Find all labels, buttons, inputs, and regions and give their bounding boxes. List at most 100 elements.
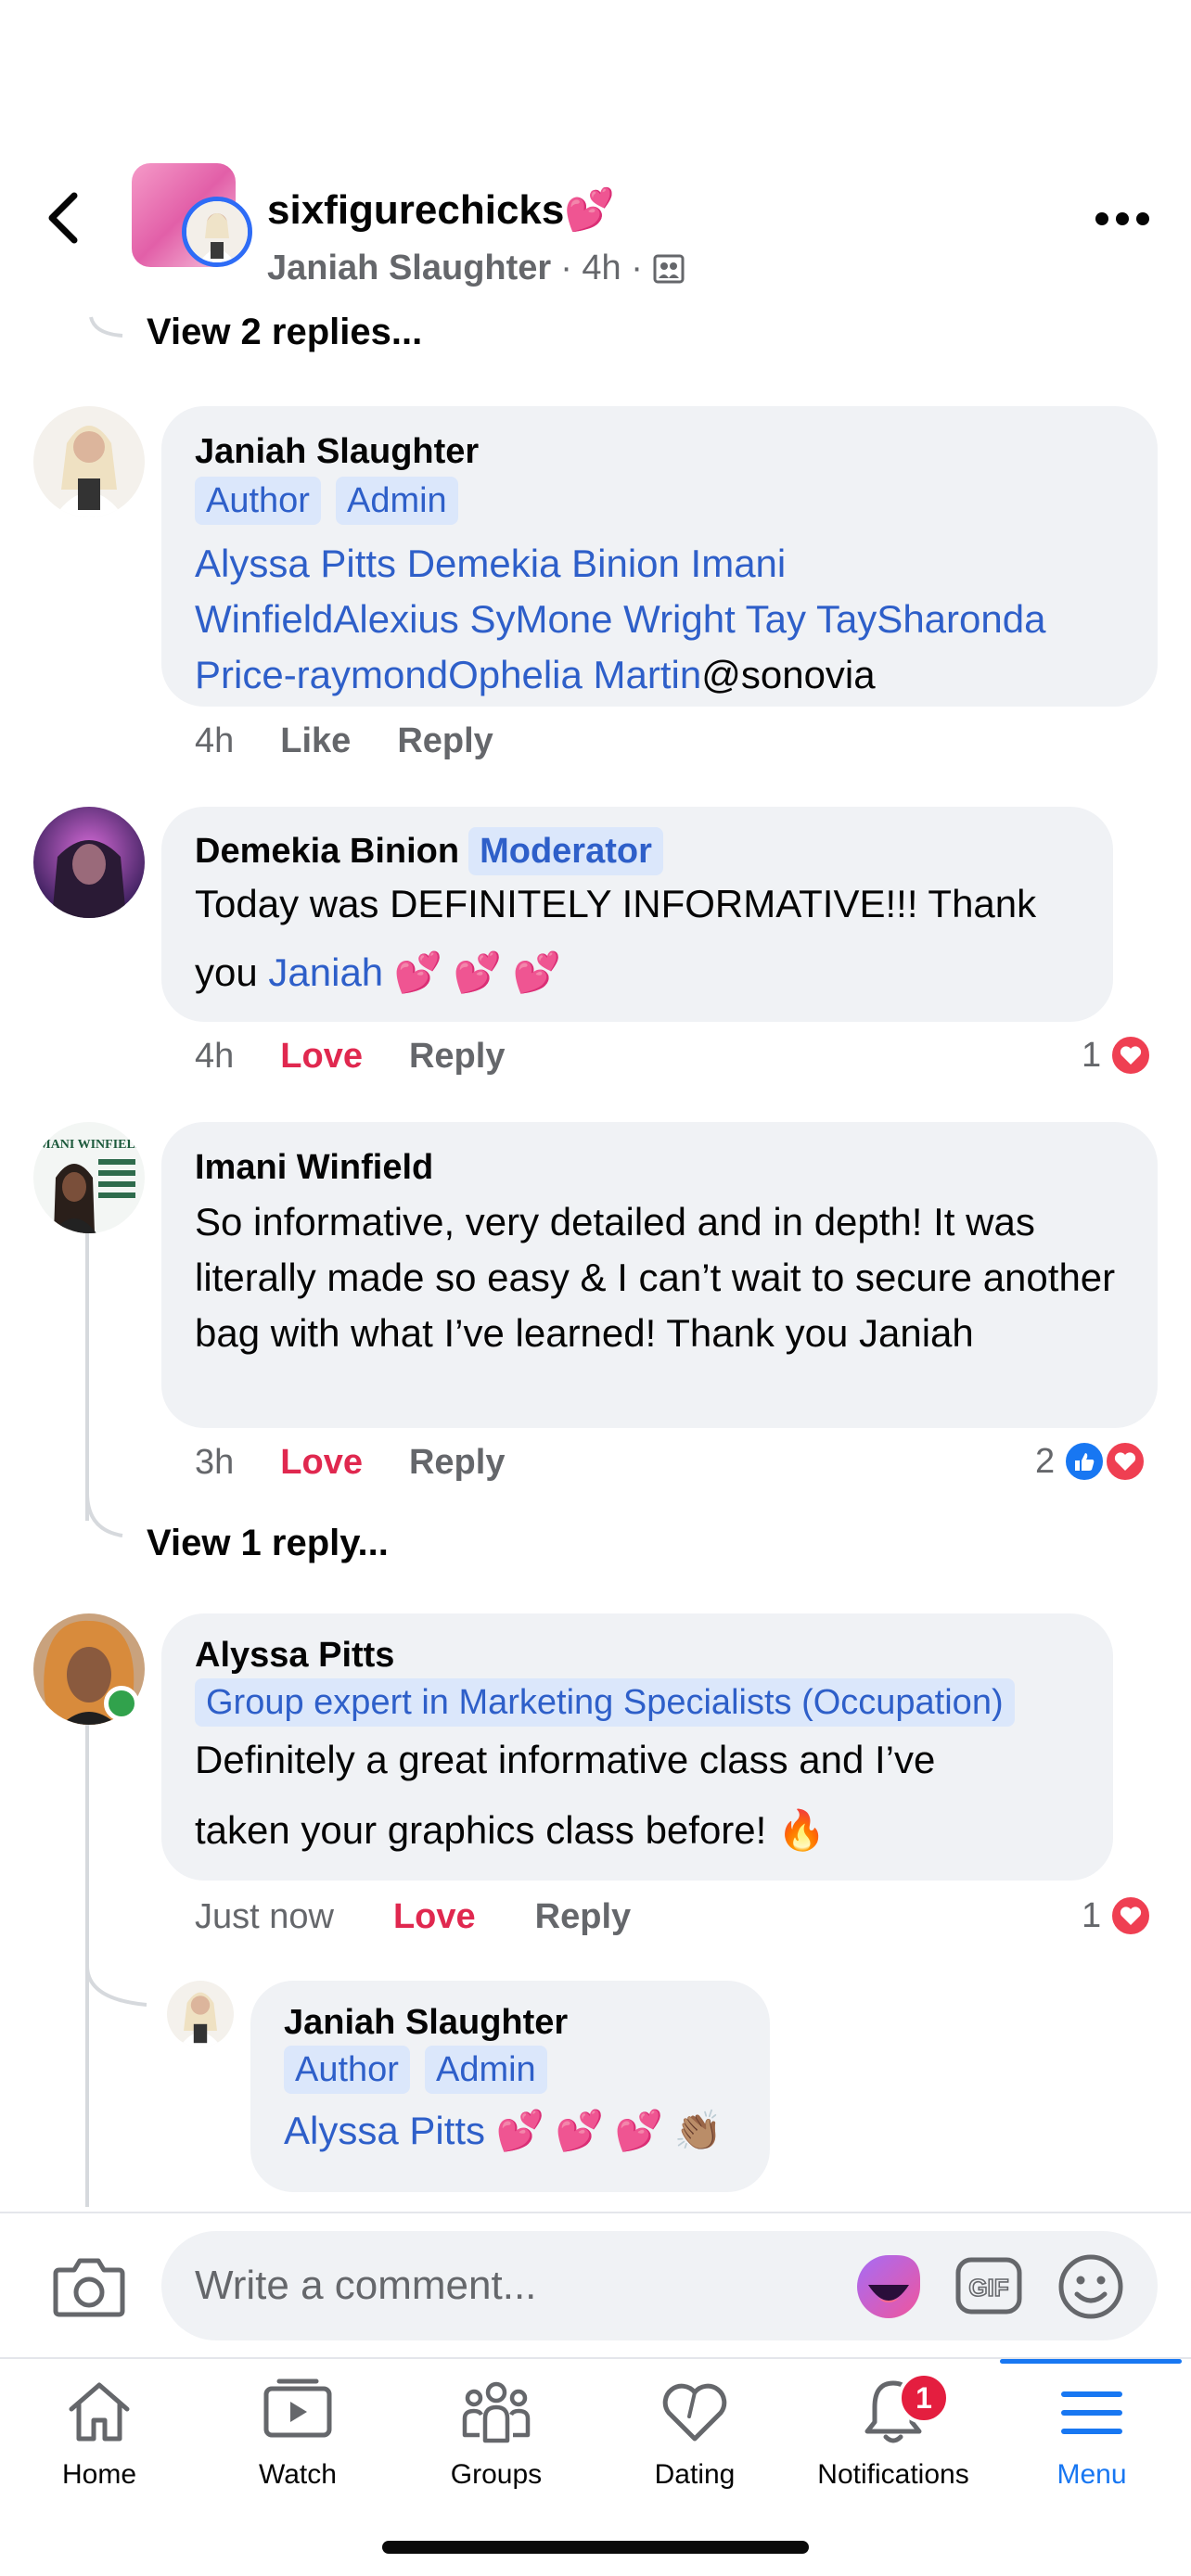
mention-list[interactable]: Price-raymondOphelia Martin (195, 653, 701, 696)
post-author-name[interactable]: Janiah Slaughter (267, 249, 551, 288)
group-audience-icon (653, 254, 685, 283)
active-tab-indicator (1000, 2359, 1182, 2364)
gif-label: GIF (968, 2274, 1008, 2302)
tab-label: Notifications (817, 2459, 969, 2490)
more-options-icon[interactable] (1095, 211, 1150, 226)
divider (0, 2212, 1191, 2213)
admin-badge: Admin (335, 477, 458, 525)
comment-text: taken your graphics class before! 🔥 (195, 1808, 826, 1852)
view-replies-link[interactable]: View 1 reply... (147, 1523, 389, 1564)
reply-button[interactable]: Reply (535, 1897, 631, 1937)
tab-label: Dating (654, 2459, 736, 2490)
mention-list[interactable]: WinfieldAlexius SyMone Wright Tay TaySha… (195, 597, 1045, 641)
groups-icon (462, 2381, 531, 2443)
tab-label: Groups (450, 2459, 543, 2490)
online-status-dot (104, 1686, 139, 1721)
commenter-name[interactable]: Janiah Slaughter (195, 430, 1124, 473)
like-button[interactable]: Like (280, 721, 351, 761)
reaction-summary[interactable]: 1 (1082, 1894, 1154, 1938)
comment-actions: Just now Love Reply (195, 1897, 631, 1937)
reply-button[interactable]: Reply (409, 1443, 505, 1483)
view-replies-link[interactable]: View 2 replies... (147, 312, 422, 353)
thread-connector (85, 1493, 123, 1537)
reaction-summary[interactable]: 1 (1082, 1033, 1154, 1078)
commenter-name[interactable]: Imani Winfield (195, 1146, 1124, 1189)
heart-reaction-icon (1108, 1033, 1154, 1078)
reaction-count: 1 (1082, 1035, 1102, 1075)
post-meta: Janiah Slaughter · 4h · (267, 249, 685, 288)
commenter-name[interactable]: Alyssa Pitts (195, 1634, 1080, 1677)
reply-bubble: Janiah Slaughter Author Admin Alyssa Pitt… (250, 1981, 770, 2192)
post-time: · 4h · (560, 249, 643, 287)
comment-input-placeholder[interactable]: Write a comment... (195, 2263, 536, 2309)
gif-icon[interactable]: GIF (955, 2257, 1022, 2315)
reaction-count: 2 (1035, 1441, 1056, 1481)
reply-button[interactable]: Reply (397, 721, 493, 761)
comment-actions: 4h Love Reply (195, 1037, 505, 1077)
love-reaction-button[interactable]: Love (280, 1443, 363, 1483)
author-badge: Author (195, 477, 321, 525)
tab-watch[interactable]: Watch (198, 2374, 397, 2504)
camera-icon[interactable] (52, 2253, 126, 2318)
comment-time: 4h (195, 1037, 235, 1076)
comment-actions: 3h Love Reply (195, 1443, 505, 1483)
emoji-hearts: 💕 💕 💕 (393, 950, 562, 994)
emoji-reaction-text: 💕 💕 💕 👏🏽 (495, 2109, 723, 2152)
avatar-sticker-icon[interactable] (853, 2251, 924, 2322)
tab-notifications[interactable]: Notifications (794, 2374, 992, 2504)
comment-bubble: Janiah Slaughter Author Admin Alyssa Pitt… (161, 406, 1158, 707)
comment-text: @sonovia (701, 653, 876, 696)
love-reaction-button[interactable]: Love (393, 1897, 476, 1937)
mention-link[interactable]: Alyssa Pitts (284, 2109, 485, 2152)
commenter-avatar[interactable]: IMANI WINFIELD (33, 1122, 145, 1233)
comment-text: Today was DEFINITELY INFORMATIVE!!! Than… (195, 882, 1037, 925)
home-indicator[interactable] (382, 2541, 809, 2554)
admin-badge: Admin (424, 2046, 547, 2094)
reaction-count: 1 (1082, 1895, 1102, 1935)
author-avatar[interactable] (182, 197, 252, 267)
emoji-icon[interactable] (1057, 2253, 1124, 2320)
back-chevron-icon[interactable] (41, 190, 89, 246)
tab-home[interactable]: Home (0, 2374, 198, 2504)
notification-count-badge: 1 (898, 2372, 950, 2424)
heart-reaction-icon (1103, 1439, 1148, 1484)
thread-connector (85, 1966, 147, 2007)
thread-connector (89, 316, 123, 338)
commenter-name[interactable]: Demekia Binion (195, 830, 459, 873)
tab-dating[interactable]: Dating (596, 2374, 794, 2504)
svg-text:IMANI WINFIELD: IMANI WINFIELD (33, 1138, 145, 1152)
tab-label: Home (61, 2459, 137, 2490)
thread-line (85, 1205, 89, 1521)
comment-time: Just now (195, 1897, 334, 1936)
comment-time: 3h (195, 1443, 235, 1482)
menu-icon (1061, 2391, 1122, 2434)
comment-bubble: Demekia Binion Moderator Today was DEFIN… (161, 807, 1113, 1022)
commenter-name[interactable]: Janiah Slaughter (284, 2001, 736, 2044)
comment-bubble: Imani Winfield So informative, very deta… (161, 1122, 1158, 1428)
heart-reaction-icon (1108, 1894, 1154, 1938)
watch-icon (263, 2378, 332, 2438)
comment-time: 4h (195, 721, 235, 760)
tab-groups[interactable]: Groups (397, 2374, 596, 2504)
dating-icon (662, 2383, 727, 2442)
love-reaction-button[interactable]: Love (280, 1037, 363, 1077)
group-name[interactable]: sixfigurechicks💕 (267, 185, 615, 234)
reply-button[interactable]: Reply (409, 1037, 505, 1077)
comment-actions: 4h Like Reply (195, 721, 493, 761)
author-badge: Author (284, 2046, 410, 2094)
tab-menu[interactable]: Menu (992, 2374, 1191, 2504)
comment-bubble: Alyssa Pitts Group expert in Marketing S… (161, 1613, 1113, 1881)
reaction-summary[interactable]: 2 (1035, 1439, 1148, 1484)
like-reaction-icon (1062, 1439, 1108, 1484)
commenter-avatar[interactable] (167, 1981, 234, 2047)
comment-text: you (195, 950, 258, 994)
commenter-avatar[interactable] (33, 406, 145, 517)
comment-text: Definitely a great informative class and… (195, 1738, 936, 1781)
group-expert-badge[interactable]: Group expert in Marketing Specialists (O… (195, 1678, 1015, 1727)
home-icon (69, 2382, 130, 2442)
mention-link[interactable]: Janiah (268, 950, 383, 994)
tab-label: Menu (1057, 2459, 1127, 2490)
mention-list[interactable]: Alyssa Pitts Demekia Binion Imani (195, 542, 786, 585)
comment-text: So informative, very detailed and in dep… (195, 1200, 1116, 1355)
commenter-avatar[interactable] (33, 807, 145, 918)
